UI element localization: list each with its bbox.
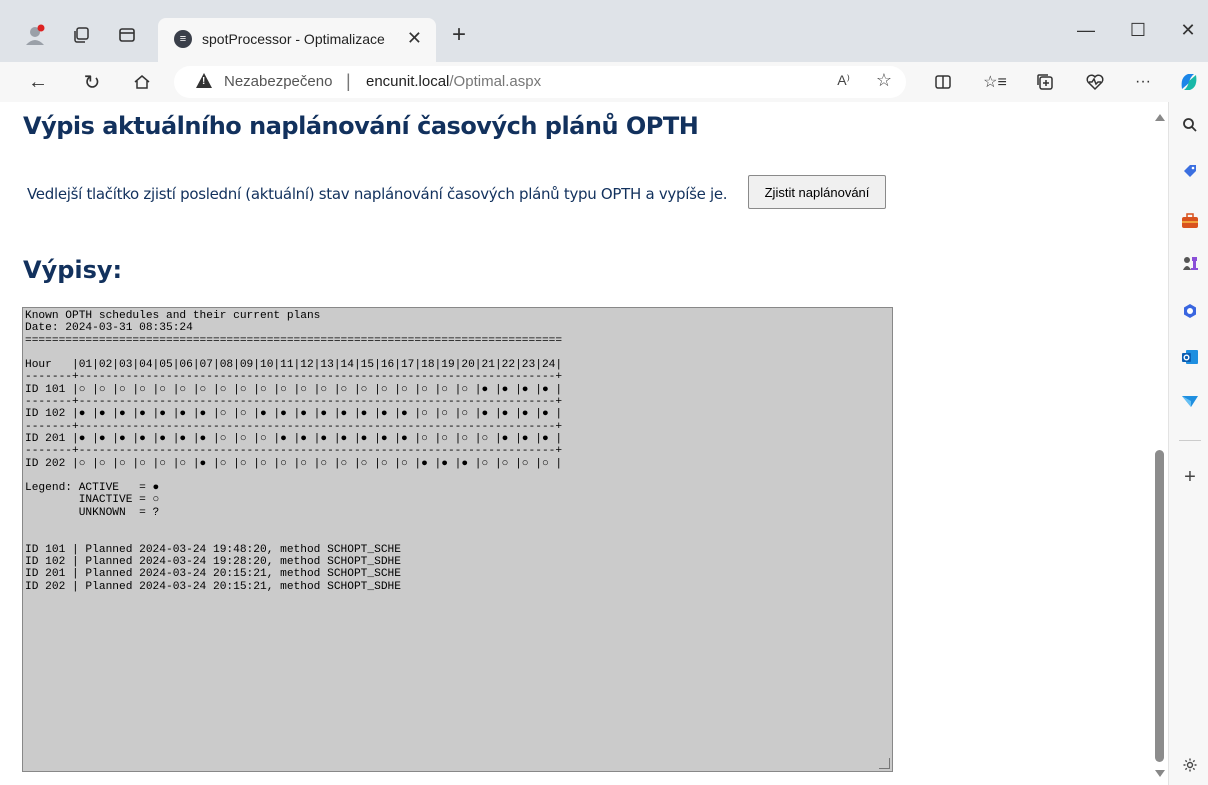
- page-title: Výpis aktuálního naplánování časových pl…: [23, 112, 699, 140]
- address-bar[interactable]: ! Nezabezpečeno | encunit.local/Optimal.…: [174, 66, 906, 98]
- split-screen-icon[interactable]: [930, 70, 956, 94]
- tab-spotprocessor[interactable]: ≡ spotProcessor - Optimalizace ✕: [158, 18, 436, 62]
- section-heading: Výpisy:: [23, 256, 123, 284]
- scroll-down-arrow-icon[interactable]: [1155, 770, 1165, 777]
- refresh-icon[interactable]: ↻: [78, 68, 106, 96]
- office-365-icon[interactable]: [1181, 302, 1199, 320]
- games-chess-icon[interactable]: [1181, 254, 1199, 272]
- browser-toolbar: ← ↻ ! Nezabezpečeno | encunit.local/Opti…: [0, 62, 1208, 155]
- workspaces-icon[interactable]: [70, 24, 92, 46]
- sidebar-divider: [1179, 440, 1201, 441]
- add-sidebar-app-icon[interactable]: +: [1181, 466, 1199, 488]
- tools-briefcase-icon[interactable]: [1181, 212, 1199, 230]
- copilot-icon[interactable]: [1176, 70, 1202, 94]
- home-icon[interactable]: [128, 68, 156, 96]
- tab-actions-icon[interactable]: [116, 24, 138, 46]
- page-description: Vedlejší tlačítko zjistí poslední (aktuá…: [27, 185, 728, 203]
- maximize-button[interactable]: ☐: [1118, 20, 1158, 41]
- close-window-button[interactable]: ✕: [1168, 20, 1208, 41]
- send-plane-icon[interactable]: [1181, 392, 1199, 410]
- output-textarea[interactable]: Known OPTH schedules and their current p…: [22, 307, 893, 772]
- back-arrow-icon[interactable]: ←: [24, 68, 52, 96]
- edge-sidebar: +: [1168, 102, 1208, 785]
- url-path: /Optimal.aspx: [449, 73, 542, 90]
- title-bar: ≡ spotProcessor - Optimalizace ✕ + — ☐ ✕: [0, 0, 1208, 62]
- scroll-up-arrow-icon[interactable]: [1155, 114, 1165, 121]
- tab-title: spotProcessor - Optimalizace: [202, 31, 385, 47]
- sidebar-settings-gear-icon[interactable]: [1181, 756, 1199, 774]
- shopping-tag-icon[interactable]: [1181, 162, 1199, 180]
- minimize-button[interactable]: —: [1066, 20, 1106, 41]
- address-separator: |: [346, 71, 351, 91]
- url-host: encunit.local: [366, 73, 450, 90]
- more-options-icon[interactable]: ···: [1130, 70, 1156, 94]
- favorite-star-icon[interactable]: ☆: [876, 70, 892, 91]
- favorites-list-icon[interactable]: ☆≡: [982, 70, 1008, 94]
- profile-avatar-icon[interactable]: [24, 24, 46, 46]
- warning-icon[interactable]: !: [196, 73, 212, 88]
- zjistit-naplanovani-button[interactable]: Zjistit naplánování: [748, 175, 886, 209]
- tab-close-icon[interactable]: ✕: [407, 28, 422, 49]
- page-content: Výpis aktuálního naplánování časových pl…: [0, 102, 1152, 785]
- search-icon[interactable]: [1181, 116, 1199, 134]
- browser-essentials-icon[interactable]: [1082, 70, 1108, 94]
- scrollbar-thumb[interactable]: [1155, 450, 1164, 762]
- insecure-label[interactable]: Nezabezpečeno: [224, 73, 332, 90]
- read-aloud-icon[interactable]: A⁾: [837, 72, 850, 89]
- site-favicon-icon: ≡: [174, 30, 192, 48]
- output-text: Known OPTH schedules and their current p…: [25, 310, 563, 593]
- resize-grip-icon[interactable]: [879, 758, 890, 769]
- new-tab-button[interactable]: +: [452, 23, 466, 47]
- outlook-icon[interactable]: [1181, 348, 1199, 366]
- url-text[interactable]: encunit.local/Optimal.aspx: [366, 73, 541, 90]
- collections-icon[interactable]: [1032, 70, 1058, 94]
- page-scrollbar[interactable]: [1152, 102, 1168, 785]
